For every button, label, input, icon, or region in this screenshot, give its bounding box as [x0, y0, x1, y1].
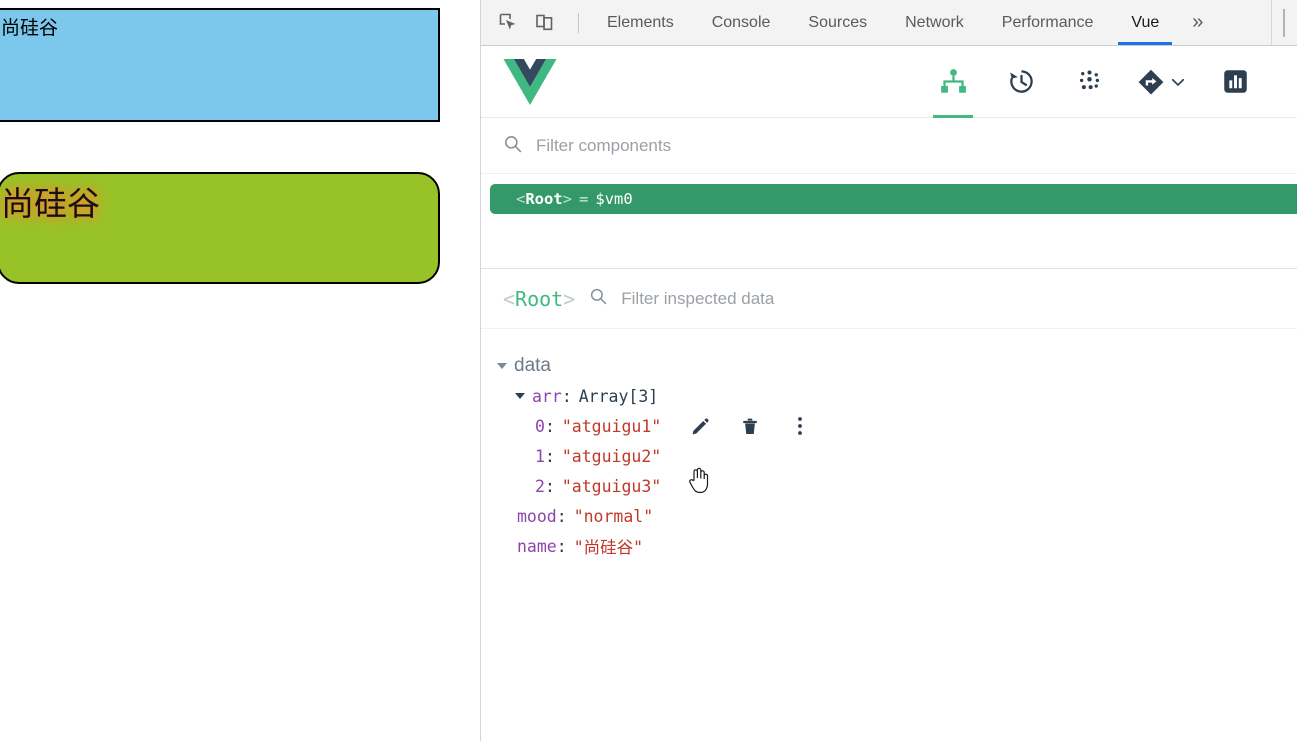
data-key: arr	[532, 386, 562, 406]
data-row[interactable]: 0 : "atguigu1"	[481, 411, 1297, 441]
devtools-tool-icons	[481, 8, 588, 38]
devtools-scrollbar-thumb[interactable]	[1283, 9, 1285, 37]
filter-inspected-data-input[interactable]	[621, 288, 1002, 309]
tag-close-angle: >	[562, 190, 573, 208]
delete-trash-icon[interactable]	[725, 413, 775, 439]
caret-icon[interactable]	[497, 363, 507, 369]
tab-sources[interactable]: Sources	[789, 0, 886, 45]
green-box-text: 尚硅谷	[1, 184, 100, 223]
dots-grid-icon[interactable]	[1069, 46, 1109, 118]
key-colon: :	[544, 476, 555, 496]
bar-chart-icon[interactable]	[1215, 46, 1255, 118]
data-key: 2	[535, 476, 545, 496]
key-colon: :	[561, 386, 572, 406]
inspect-element-icon[interactable]	[493, 8, 523, 38]
data-value: "normal"	[573, 506, 654, 526]
devtools-panel: Elements Console Sources Network Perform…	[481, 0, 1297, 741]
vm-reference: $vm0	[595, 190, 633, 208]
data-group-label: data	[514, 355, 551, 376]
devtools-tab-list: Elements Console Sources Network Perform…	[588, 0, 1178, 45]
blue-demo-box: 尚硅谷	[0, 8, 440, 122]
tab-network[interactable]: Network	[886, 0, 983, 45]
screen: 尚硅谷 尚硅谷 Elements Console Sources Network…	[0, 0, 1297, 741]
caret-icon[interactable]	[515, 393, 525, 399]
vue-devtools-header	[481, 46, 1297, 118]
inspect-open-angle: <	[503, 286, 516, 311]
data-key: mood	[517, 506, 557, 526]
data-value: "尚硅谷"	[573, 538, 644, 557]
inspect-close-angle: >	[563, 286, 576, 311]
page-top-edge	[0, 0, 480, 2]
key-colon: :	[544, 416, 555, 436]
data-row[interactable]: name : "尚硅谷"	[481, 531, 1297, 561]
inspected-component-label: <Root>	[503, 287, 575, 311]
tab-elements[interactable]: Elements	[588, 0, 693, 45]
tab-performance[interactable]: Performance	[983, 0, 1113, 45]
tab-console[interactable]: Console	[693, 0, 790, 45]
data-row[interactable]: 2 : "atguigu3"	[481, 471, 1297, 501]
search-icon	[589, 287, 607, 310]
inspect-root-name: Root	[515, 286, 564, 311]
device-toolbar-icon[interactable]	[529, 8, 559, 38]
component-tree-icon[interactable]	[933, 46, 973, 118]
row-actions	[675, 413, 825, 439]
chevron-down-icon[interactable]	[1169, 73, 1187, 91]
component-tree-pane: < Root > = $vm0	[481, 174, 1297, 269]
data-value: "atguigu3"	[561, 476, 662, 496]
routing-diamond-icon[interactable]	[1137, 46, 1187, 118]
green-demo-box: 尚硅谷	[0, 172, 440, 284]
inspected-data-header: <Root>	[481, 269, 1297, 329]
toolbar-divider	[578, 12, 579, 33]
data-key: 1	[535, 446, 545, 466]
data-group-header[interactable]: data	[481, 351, 1297, 381]
key-colon: :	[556, 506, 567, 526]
blue-box-text: 尚硅谷	[1, 17, 59, 39]
vue-nav	[933, 46, 1279, 118]
data-row[interactable]: mood : "normal"	[481, 501, 1297, 531]
equals-sign: =	[579, 190, 589, 208]
more-vertical-icon[interactable]	[775, 413, 825, 439]
devtools-scrollbar-track[interactable]	[1271, 0, 1297, 45]
data-row[interactable]: arr : Array[3]	[481, 381, 1297, 411]
data-key: 0	[535, 416, 545, 436]
inspected-data-pane: data arr : Array[3] 0 : "atguigu1" 1: "…	[481, 329, 1297, 741]
data-value: "atguigu2"	[561, 446, 662, 466]
data-value: Array[3]	[578, 386, 659, 406]
tag-open-angle: <	[516, 190, 526, 208]
filter-components-input[interactable]	[536, 135, 956, 156]
filter-components-bar	[481, 118, 1297, 174]
data-key: name	[517, 536, 557, 556]
search-icon	[503, 134, 522, 158]
data-value: "atguigu1"	[561, 416, 662, 436]
data-row[interactable]: 1 : "atguigu2"	[481, 441, 1297, 471]
component-name: Root	[525, 190, 563, 208]
more-tabs-icon[interactable]: »	[1178, 11, 1217, 34]
vue-logo	[503, 58, 557, 105]
tab-vue[interactable]: Vue	[1112, 0, 1178, 45]
timeline-history-icon[interactable]	[1001, 46, 1041, 118]
key-colon: :	[556, 536, 567, 556]
key-colon: :	[544, 446, 555, 466]
component-tree-row-root[interactable]: < Root > = $vm0	[490, 184, 1297, 214]
web-page-preview: 尚硅谷 尚硅谷	[0, 0, 481, 741]
devtools-tabbar: Elements Console Sources Network Perform…	[481, 0, 1297, 46]
edit-pencil-icon[interactable]	[675, 413, 725, 439]
